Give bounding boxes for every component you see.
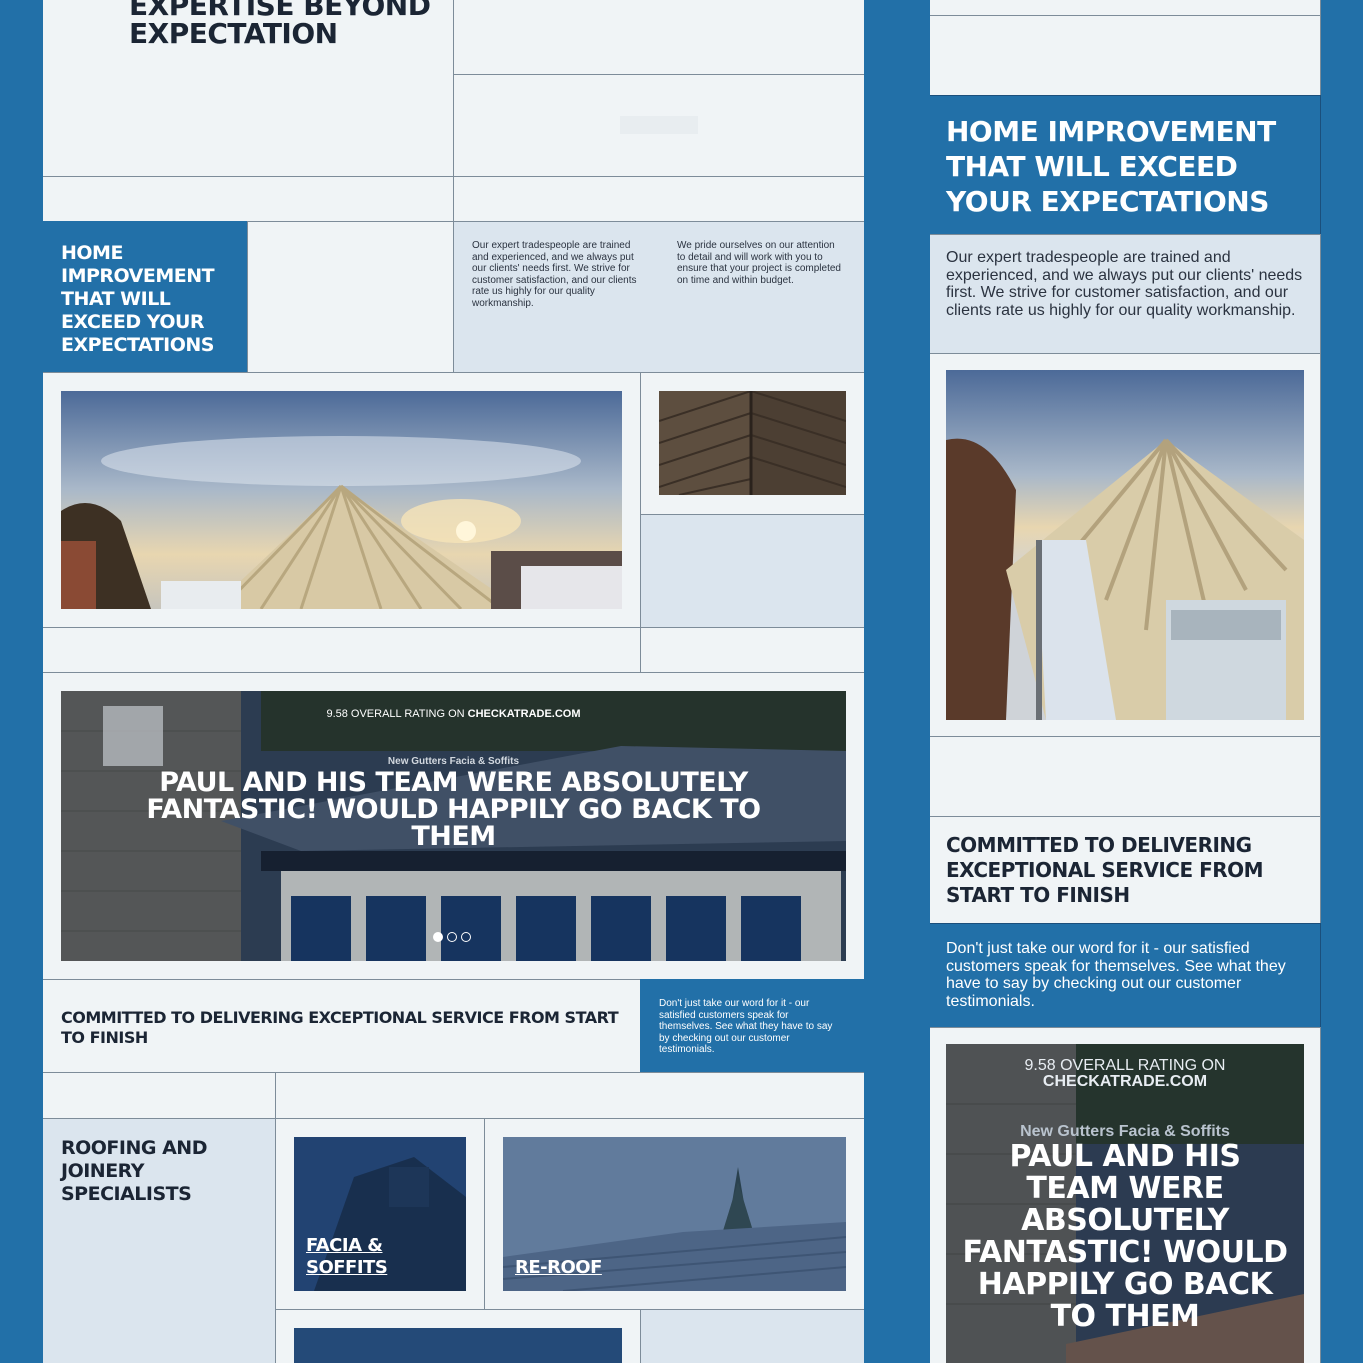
intro-empty-cell <box>247 221 454 373</box>
services-title-cell: ROOFING AND JOINERY SPECIALISTS <box>43 1118 276 1363</box>
m-testimonial-slider[interactable]: 9.58 OVERALL RATING ON CHECKATRADE.COM N… <box>946 1044 1304 1363</box>
timber-cladding-photo <box>659 391 846 495</box>
service-card-reroof[interactable]: RE-ROOF <box>484 1118 864 1310</box>
m-committed-text: Don't just take our word for it - our sa… <box>946 940 1286 1010</box>
m-roof-image-cell <box>930 353 1321 737</box>
committed-text-cell: Don't just take our word for it - our sa… <box>640 979 864 1073</box>
placeholder-bar <box>620 116 698 134</box>
committed-text: Don't just take our word for it - our sa… <box>659 998 833 1055</box>
spacer-row-5-right <box>640 627 864 673</box>
service-card-facia[interactable]: FACIA & SOFFITS <box>275 1118 485 1310</box>
spacer-row-7-right <box>275 1072 864 1119</box>
reroof-photo: RE-ROOF <box>503 1137 846 1291</box>
slider-dot-3[interactable] <box>461 932 471 942</box>
m-committed-title: COMMITTED TO DELIVERING EXCEPTIONAL SERV… <box>946 833 1264 907</box>
spacer-row-5-left <box>43 627 641 673</box>
m-testimonial-cell: 9.58 OVERALL RATING ON CHECKATRADE.COM N… <box>930 1027 1321 1363</box>
intro-title-cell: HOME IMPROVEMENT THAT WILL EXCEED YOUR E… <box>43 221 248 373</box>
facia-caption[interactable]: FACIA & SOFFITS <box>306 1235 416 1279</box>
testimonial-cell: 9.58 OVERALL RATING ON CHECKATRADE.COM N… <box>43 672 864 980</box>
intro-text-1: Our expert tradespeople are trained and … <box>472 240 637 309</box>
service-filler-cell <box>640 1309 864 1363</box>
reroof-caption[interactable]: RE-ROOF <box>515 1257 602 1279</box>
committed-title: COMMITTED TO DELIVERING EXCEPTIONAL SERV… <box>61 1008 619 1047</box>
spacer-cell-right <box>453 176 864 222</box>
hero-title: EXPERTISE BEYOND EXPECTATION <box>129 0 431 50</box>
services-title: ROOFING AND JOINERY SPECIALISTS <box>61 1137 207 1205</box>
service-3-photo <box>294 1328 622 1363</box>
light-blue-cell <box>640 514 864 628</box>
spacer-cell-left <box>43 176 454 222</box>
testimonial-quote: PAUL AND HIS TEAM WERE ABSOLUTELY FANTAS… <box>146 767 761 852</box>
slider-dot-1[interactable] <box>433 932 443 942</box>
spacer-row-7-left <box>43 1072 276 1119</box>
m-intro-text-cell: Our expert tradespeople are trained and … <box>930 234 1321 354</box>
intro-title: HOME IMPROVEMENT THAT WILL EXCEED YOUR E… <box>61 242 215 356</box>
rating-site-link[interactable]: CHECKATRADE.COM <box>468 708 581 720</box>
committed-title-cell: COMMITTED TO DELIVERING EXCEPTIONAL SERV… <box>43 979 641 1073</box>
m-committed-text-cell: Don't just take our word for it - our sa… <box>930 923 1321 1028</box>
roof-image-cell <box>43 372 641 628</box>
m-rating-prefix: 9.58 OVERALL RATING ON <box>1024 1057 1226 1074</box>
mobile-preview: HOME IMPROVEMENT THAT WILL EXCEED YOUR E… <box>930 0 1321 1363</box>
m-committed-title-cell: COMMITTED TO DELIVERING EXCEPTIONAL SERV… <box>930 816 1321 924</box>
slider-dots <box>433 932 471 942</box>
facia-photo: FACIA & SOFFITS <box>294 1137 466 1291</box>
rating-line: 9.58 OVERALL RATING ON CHECKATRADE.COM <box>61 708 846 720</box>
m-testimonial-quote: PAUL AND HIS TEAM WERE ABSOLUTELY FANTAS… <box>962 1139 1288 1334</box>
hero-cell: EXPERTISE BEYOND EXPECTATION <box>43 0 454 177</box>
service-label: New Gutters Facia & Soffits <box>387 756 520 767</box>
m-roof-photo <box>946 370 1304 720</box>
service-card-3[interactable] <box>275 1309 641 1363</box>
m-rating-line: 9.58 OVERALL RATING ON CHECKATRADE.COM <box>946 1058 1304 1090</box>
roof-trusses-photo <box>61 391 622 609</box>
m-rating-site-link[interactable]: CHECKATRADE.COM <box>946 1074 1304 1090</box>
intro-text-cell: Our expert tradespeople are trained and … <box>453 221 864 373</box>
m-intro-title: HOME IMPROVEMENT THAT WILL EXCEED YOUR E… <box>946 115 1276 218</box>
m-spacer-cell <box>930 736 1321 817</box>
testimonial-slider[interactable]: 9.58 OVERALL RATING ON CHECKATRADE.COM N… <box>61 691 846 961</box>
top-right-cell-a <box>453 0 864 75</box>
top-right-cell-b <box>453 74 864 177</box>
cladding-image-cell <box>640 372 864 515</box>
m-intro-title-cell: HOME IMPROVEMENT THAT WILL EXCEED YOUR E… <box>930 95 1321 235</box>
desktop-preview: EXPERTISE BEYOND EXPECTATION HOME IMPROV… <box>43 0 864 1363</box>
m-top-cell-a <box>930 0 1321 16</box>
intro-text-2: We pride ourselves on our attention to d… <box>677 240 841 286</box>
rating-prefix: 9.58 OVERALL RATING ON <box>326 708 465 720</box>
m-top-cell-b <box>930 15 1321 96</box>
slider-dot-2[interactable] <box>447 932 457 942</box>
m-intro-text: Our expert tradespeople are trained and … <box>946 249 1303 319</box>
